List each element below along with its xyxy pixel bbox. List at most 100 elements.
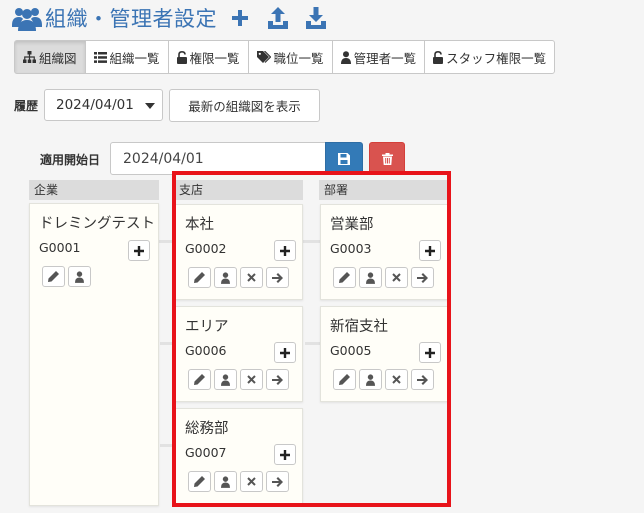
org-name: 新宿支社 — [330, 319, 388, 335]
edit-button[interactable] — [42, 266, 65, 287]
edit-button[interactable] — [188, 267, 211, 288]
move-button[interactable] — [266, 267, 289, 288]
tab-label: 組織一覧 — [109, 50, 160, 66]
card-actions — [333, 267, 434, 288]
caret-down-icon — [145, 103, 155, 109]
add-button[interactable] — [229, 6, 251, 30]
tree-connector — [303, 240, 320, 243]
save-button[interactable] — [325, 142, 363, 175]
org-card-department: 新宿支社 G0005 — [320, 306, 448, 402]
move-button[interactable] — [411, 267, 434, 288]
manager-button[interactable] — [214, 471, 237, 492]
arrow-right-icon — [417, 272, 428, 283]
close-icon — [247, 375, 256, 384]
tab-position-list[interactable]: 職位一覧 — [247, 40, 333, 74]
card-actions — [42, 266, 91, 287]
plus-icon — [280, 245, 290, 256]
plus-icon — [425, 245, 435, 256]
manager-button[interactable] — [359, 267, 382, 288]
card-actions — [188, 471, 289, 492]
org-card-branch: 総務部 G0007 — [175, 408, 303, 504]
user-icon — [221, 475, 230, 488]
edit-button[interactable] — [188, 471, 211, 492]
org-code: G0001 — [39, 240, 81, 255]
org-code: G0002 — [185, 241, 227, 256]
history-select[interactable]: 2024/04/01 — [44, 89, 163, 121]
add-child-button[interactable] — [274, 444, 296, 465]
show-latest-org-chart-button[interactable]: 最新の組織図を表示 — [169, 89, 320, 122]
edit-button[interactable] — [333, 369, 356, 390]
page-header: 組織・管理者設定 — [12, 2, 327, 34]
column-header-department: 部署 — [319, 180, 448, 200]
tab-permission-list[interactable]: 権限一覧 — [167, 40, 249, 74]
org-code: G0006 — [185, 343, 227, 358]
add-child-button[interactable] — [419, 342, 441, 363]
page-title: 組織・管理者設定 — [45, 7, 217, 31]
org-card-branch: エリア G0006 — [175, 306, 303, 402]
download-icon — [306, 7, 326, 29]
plus-icon — [134, 245, 144, 256]
history-label: 履歴 — [14, 99, 39, 113]
move-button[interactable] — [266, 369, 289, 390]
user-icon — [366, 373, 375, 386]
card-actions — [188, 369, 289, 390]
move-button[interactable] — [411, 369, 434, 390]
download-button[interactable] — [305, 6, 327, 30]
users-icon — [12, 5, 42, 31]
tab-org-chart[interactable]: 組織図 — [14, 40, 86, 74]
edit-button[interactable] — [333, 267, 356, 288]
org-card-company: ドレミングテスト G0001 — [29, 203, 159, 506]
remove-button[interactable] — [385, 267, 408, 288]
org-name: 営業部 — [330, 217, 374, 233]
add-child-button[interactable] — [128, 240, 150, 261]
tree-connector — [158, 240, 175, 243]
add-child-button[interactable] — [419, 240, 441, 261]
org-code: G0007 — [185, 445, 227, 460]
move-button[interactable] — [266, 471, 289, 492]
pencil-icon — [339, 272, 350, 283]
tree-connector — [305, 342, 320, 345]
manager-button[interactable] — [214, 369, 237, 390]
remove-button[interactable] — [240, 471, 263, 492]
tree-connector — [160, 342, 175, 345]
close-icon — [247, 477, 256, 486]
remove-button[interactable] — [240, 369, 263, 390]
close-icon — [247, 273, 256, 282]
pencil-icon — [339, 374, 350, 385]
add-child-button[interactable] — [274, 342, 296, 363]
column-header-branch: 支店 — [174, 180, 303, 200]
tree-connector — [160, 444, 175, 447]
org-name: 本社 — [185, 217, 214, 233]
add-child-button[interactable] — [274, 240, 296, 261]
sitemap-icon — [23, 51, 36, 63]
plus-icon — [280, 347, 290, 358]
pencil-icon — [48, 271, 59, 282]
user-icon — [340, 50, 351, 64]
floppy-disk-icon — [338, 152, 350, 165]
tab-staff-permission-list[interactable]: スタッフ権限一覧 — [424, 40, 556, 74]
remove-button[interactable] — [385, 369, 408, 390]
tab-admin-list[interactable]: 管理者一覧 — [331, 40, 426, 74]
pencil-icon — [194, 476, 205, 487]
manager-button[interactable] — [359, 369, 382, 390]
close-icon — [392, 375, 401, 384]
remove-button[interactable] — [240, 267, 263, 288]
upload-icon — [268, 7, 288, 29]
upload-button[interactable] — [267, 6, 289, 30]
pencil-icon — [194, 272, 205, 283]
tab-label: 組織図 — [39, 50, 77, 66]
tab-label: スタッフ権限一覧 — [446, 50, 547, 66]
view-tabs: 組織図 組織一覧 権限一覧 職位一覧 管理者一覧 スタッフ権限一覧 — [14, 40, 556, 74]
edit-button[interactable] — [188, 369, 211, 390]
manager-button[interactable] — [68, 266, 91, 287]
card-actions — [188, 267, 289, 288]
org-name: エリア — [185, 319, 229, 335]
tab-org-list[interactable]: 組織一覧 — [84, 40, 169, 74]
arrow-right-icon — [417, 374, 428, 385]
delete-button[interactable] — [369, 142, 405, 175]
arrow-right-icon — [272, 272, 283, 283]
manager-button[interactable] — [214, 267, 237, 288]
org-name: ドレミングテスト — [39, 216, 155, 232]
trash-icon — [381, 152, 393, 165]
start-date-input[interactable]: 2024/04/01 — [110, 142, 326, 175]
